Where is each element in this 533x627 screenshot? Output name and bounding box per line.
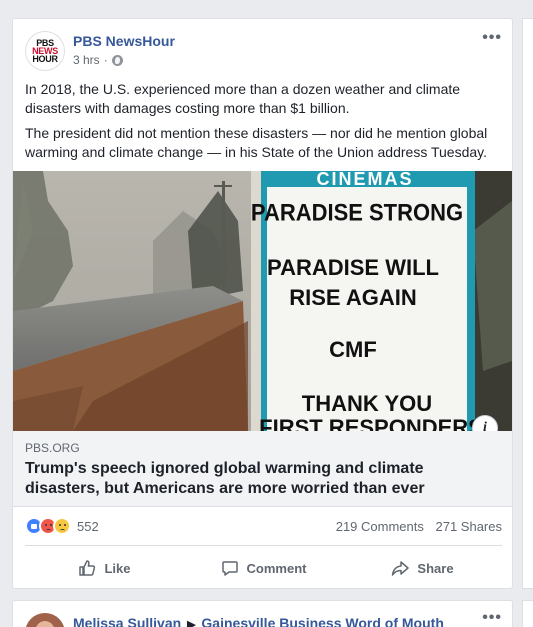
globe-icon <box>111 54 123 66</box>
feed-post: PBS NEWS HOUR PBS NewsHour 3 hrs · ••• I… <box>12 18 513 589</box>
post-paragraph-2: The president did not mention these disa… <box>25 125 488 160</box>
meta-separator: · <box>103 53 108 67</box>
next-post-title: Melissa Sullivan ▶ Gainesville Business … <box>73 615 444 627</box>
sign-header-text: CINEMAS <box>316 171 413 189</box>
link-preview[interactable]: PBS.ORG Trump's speech ignored global wa… <box>13 431 512 507</box>
link-image[interactable]: CINEMAS PARADISE STRONG PARADISE WILL RI… <box>13 171 512 431</box>
link-headline[interactable]: Trump's speech ignored global warming an… <box>25 459 485 499</box>
sign-line-6: FIRST RESPONDERS <box>259 415 483 431</box>
post-header: PBS NEWS HOUR PBS NewsHour 3 hrs · <box>25 31 495 71</box>
share-icon <box>392 561 410 576</box>
reaction-icons[interactable] <box>25 517 71 535</box>
comment-label: Comment <box>246 560 307 576</box>
group-name-link[interactable]: Gainesville Business Word of Mouth <box>201 615 443 627</box>
like-label: Like <box>104 560 131 576</box>
link-domain: PBS.ORG <box>25 441 80 455</box>
reactions-bar: 552 219 Comments 271 Shares <box>25 517 502 537</box>
reaction-count[interactable]: 552 <box>77 519 99 534</box>
sign-line-4: CMF <box>329 337 377 362</box>
like-button[interactable]: Like <box>25 552 184 584</box>
post-paragraph-1: In 2018, the U.S. experienced more than … <box>25 81 461 116</box>
actions-divider <box>25 545 502 546</box>
engagement-counts: 219 Comments 271 Shares <box>328 519 502 534</box>
paradise-sign-photo: CINEMAS PARADISE STRONG PARADISE WILL RI… <box>13 171 512 431</box>
comment-icon <box>221 561 238 576</box>
logo-line-3: HOUR <box>32 54 58 64</box>
post-options-button[interactable]: ••• <box>482 29 502 47</box>
sign-line-2: PARADISE WILL <box>267 255 439 280</box>
next-post-options-button[interactable]: ••• <box>482 609 502 627</box>
post-timestamp[interactable]: 3 hrs <box>73 53 100 67</box>
right-column-card <box>522 18 533 589</box>
sign-line-1: PARADISE STRONG <box>251 199 463 226</box>
post-actions: Like Comment Share <box>25 552 502 584</box>
sad-reaction-icon <box>53 517 71 535</box>
author-name-link[interactable]: Melissa Sullivan <box>73 615 181 627</box>
share-button[interactable]: Share <box>343 552 502 584</box>
thumbs-up-icon <box>79 560 96 576</box>
arrow-right-icon: ▶ <box>187 619 196 627</box>
sign-line-5: THANK YOU <box>302 391 432 416</box>
post-text: In 2018, the U.S. experienced more than … <box>25 80 501 168</box>
author-avatar[interactable] <box>25 613 65 627</box>
shares-count[interactable]: 271 Shares <box>436 519 503 534</box>
next-feed-post: Melissa Sullivan ▶ Gainesville Business … <box>12 600 513 627</box>
page-avatar[interactable]: PBS NEWS HOUR <box>25 31 65 71</box>
comment-button[interactable]: Comment <box>184 552 343 584</box>
sign-line-3: RISE AGAIN <box>289 285 417 310</box>
share-label: Share <box>417 560 454 576</box>
post-meta: 3 hrs · <box>73 53 123 67</box>
comments-count[interactable]: 219 Comments <box>336 519 424 534</box>
page-name-link[interactable]: PBS NewsHour <box>73 33 175 49</box>
right-column-card-2 <box>522 600 533 627</box>
